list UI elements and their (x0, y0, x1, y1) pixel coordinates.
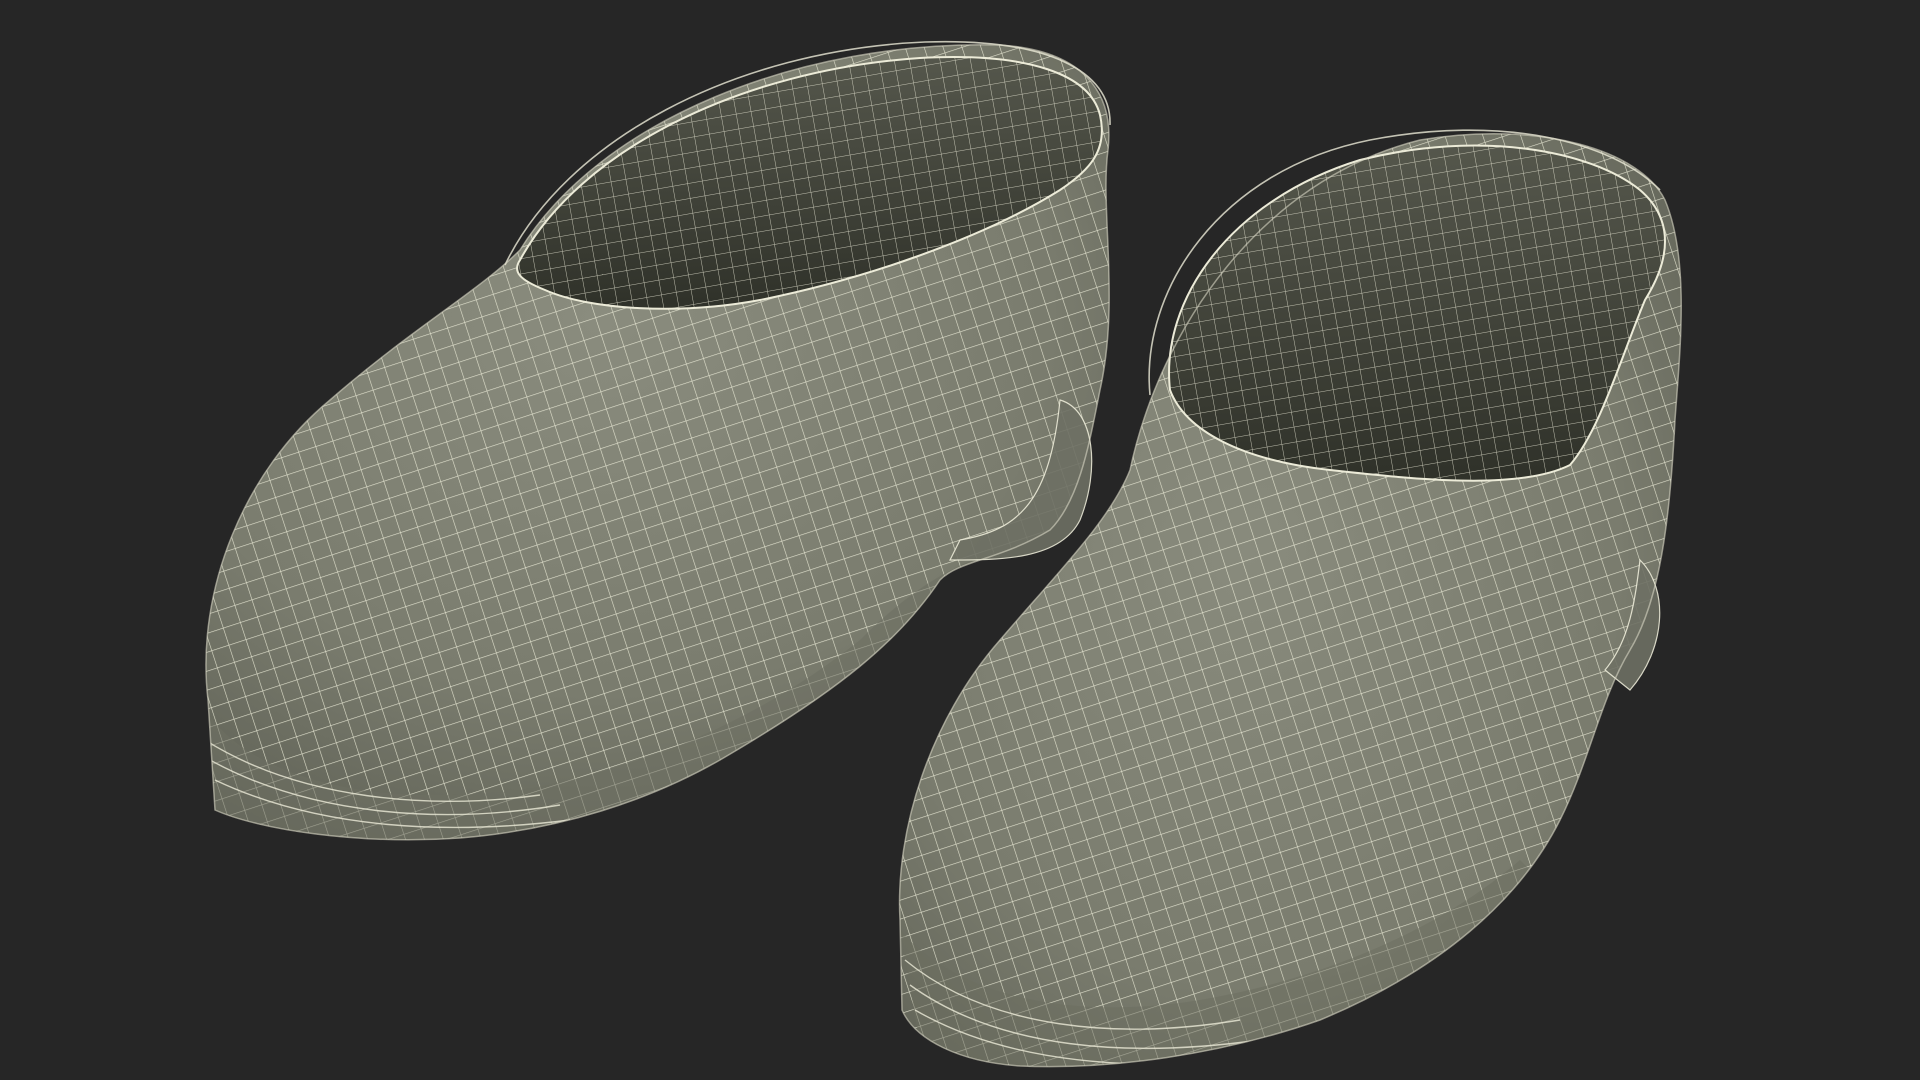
render-viewport (0, 0, 1920, 1080)
wireframe-render (0, 0, 1920, 1080)
